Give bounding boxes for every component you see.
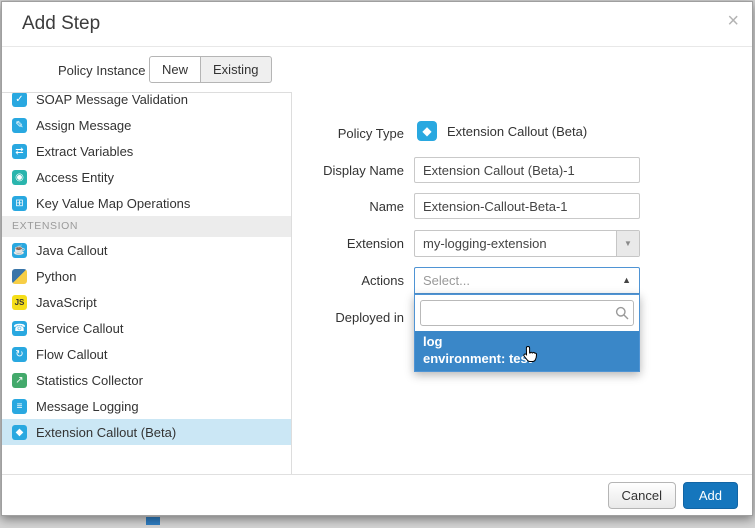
actions-label: Actions (299, 273, 404, 288)
deployed-in-label: Deployed in (299, 310, 404, 325)
sidebar-item-statistics-collector[interactable]: ↗ Statistics Collector (2, 367, 291, 393)
name-input[interactable] (414, 193, 640, 219)
policy-instance-label: Policy Instance (58, 63, 145, 78)
policy-type-text: Extension Callout (Beta) (447, 124, 587, 139)
page-behind-fragment (146, 517, 160, 525)
key-value-map-operations-icon: ⊞ (12, 196, 27, 211)
soap-message-validation-icon: ✓ (12, 92, 27, 107)
sidebar-item-label: Extract Variables (36, 144, 133, 159)
actions-search (420, 300, 634, 326)
sidebar-item-soap-message-validation[interactable]: ✓ SOAP Message Validation (2, 92, 291, 112)
sidebar-item-label: JavaScript (36, 295, 97, 310)
extract-variables-icon: ⇄ (12, 144, 27, 159)
sidebar-item-label: Python (36, 269, 76, 284)
policy-type-label: Policy Type (299, 126, 404, 141)
service-callout-icon: ☎ (12, 321, 27, 336)
sidebar-item-label: Key Value Map Operations (36, 196, 190, 211)
sidebar-item-label: Service Callout (36, 321, 123, 336)
sidebar-item-label: Statistics Collector (36, 373, 143, 388)
sidebar-item-javascript[interactable]: JS JavaScript (2, 289, 291, 315)
actions-option-detail: environment: test (423, 350, 631, 367)
extension-section-header: EXTENSION (2, 216, 291, 237)
search-icon (615, 306, 629, 320)
extension-callout-icon: ◆ (12, 425, 27, 440)
policy-list: ✓ SOAP Message Validation ✎ Assign Messa… (2, 92, 291, 445)
close-icon[interactable]: × (727, 10, 739, 32)
actions-option-name: log (423, 333, 631, 350)
sidebar-item-key-value-map-operations[interactable]: ⊞ Key Value Map Operations (2, 190, 291, 216)
sidebar-item-label: Assign Message (36, 118, 131, 133)
modal-header: Add Step × (2, 2, 752, 47)
sidebar-item-label: SOAP Message Validation (36, 92, 188, 107)
statistics-collector-icon: ↗ (12, 373, 27, 388)
chevron-up-icon: ▲ (622, 275, 631, 285)
sidebar-item-java-callout[interactable]: ☕ Java Callout (2, 237, 291, 263)
javascript-icon: JS (12, 295, 27, 310)
policy-list-sidebar: ✓ SOAP Message Validation ✎ Assign Messa… (2, 92, 292, 477)
sidebar-item-extension-callout-beta[interactable]: ◆ Extension Callout (Beta) (2, 419, 291, 445)
sidebar-item-label: Extension Callout (Beta) (36, 425, 176, 440)
cancel-button[interactable]: Cancel (608, 482, 676, 509)
name-label: Name (299, 199, 404, 214)
sidebar-item-access-entity[interactable]: ◉ Access Entity (2, 164, 291, 190)
extension-select-value: my-logging-extension (423, 236, 547, 251)
sidebar-item-label: Message Logging (36, 399, 139, 414)
tab-existing[interactable]: Existing (201, 56, 272, 83)
extension-callout-icon: ◆ (417, 121, 437, 141)
actions-combobox[interactable]: Select... ▲ (414, 267, 640, 294)
actions-combobox-value: Select... (423, 273, 470, 288)
display-name-input[interactable] (414, 157, 640, 183)
chevron-down-icon[interactable]: ▼ (616, 231, 639, 256)
sidebar-item-label: Access Entity (36, 170, 114, 185)
policy-instance-row: Policy Instance New Existing (2, 48, 752, 92)
actions-dropdown-panel: log environment: test (414, 294, 640, 372)
page-behind-strip (0, 516, 755, 528)
modal-footer: Cancel Add (2, 474, 752, 515)
sidebar-item-label: Flow Callout (36, 347, 108, 362)
tab-new[interactable]: New (149, 56, 201, 83)
sidebar-item-label: Java Callout (36, 243, 108, 258)
sidebar-item-python[interactable]: Python (2, 263, 291, 289)
actions-search-input[interactable] (420, 300, 634, 326)
policy-type-value: ◆ Extension Callout (Beta) (417, 120, 587, 142)
python-icon (12, 269, 27, 284)
actions-option-log[interactable]: log environment: test (415, 331, 639, 371)
page-title: Add Step (22, 13, 100, 35)
add-step-modal: Add Step × Policy Instance New Existing … (1, 1, 753, 516)
sidebar-item-message-logging[interactable]: ≡ Message Logging (2, 393, 291, 419)
sidebar-item-service-callout[interactable]: ☎ Service Callout (2, 315, 291, 341)
flow-callout-icon: ↻ (12, 347, 27, 362)
add-button[interactable]: Add (683, 482, 738, 509)
message-logging-icon: ≡ (12, 399, 27, 414)
assign-message-icon: ✎ (12, 118, 27, 133)
sidebar-item-assign-message[interactable]: ✎ Assign Message (2, 112, 291, 138)
display-name-label: Display Name (299, 163, 404, 178)
java-callout-icon: ☕ (12, 243, 27, 258)
extension-label: Extension (299, 236, 404, 251)
policy-instance-tabs: New Existing (149, 56, 272, 83)
sidebar-item-extract-variables[interactable]: ⇄ Extract Variables (2, 138, 291, 164)
access-entity-icon: ◉ (12, 170, 27, 185)
sidebar-item-flow-callout[interactable]: ↻ Flow Callout (2, 341, 291, 367)
extension-select[interactable]: my-logging-extension ▼ (414, 230, 640, 257)
